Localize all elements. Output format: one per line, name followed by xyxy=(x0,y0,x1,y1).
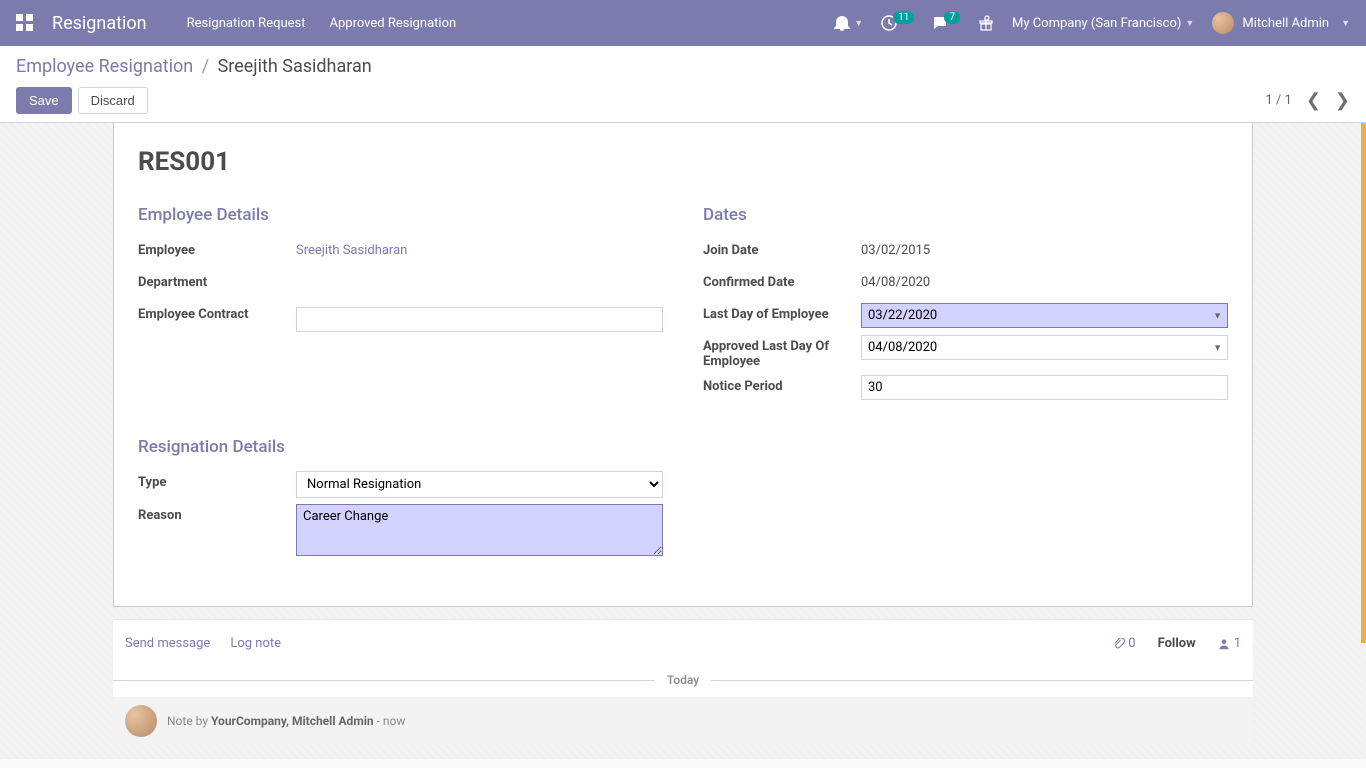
send-message-button[interactable]: Send message xyxy=(125,636,210,651)
apps-icon[interactable] xyxy=(16,14,34,32)
label-approved-last-day: Approved Last Day Of Employee xyxy=(703,335,861,369)
message-suffix: - now xyxy=(374,714,406,728)
resignation-details-section: Resignation Details Type Normal Resignat… xyxy=(138,437,683,560)
approved-last-day-input[interactable] xyxy=(861,335,1228,360)
pager: 1 / 1 ❮ ❯ xyxy=(1265,90,1350,111)
user-icon xyxy=(1218,638,1230,650)
last-day-input[interactable] xyxy=(861,303,1228,328)
label-employee: Employee xyxy=(138,239,296,258)
department-value xyxy=(296,271,663,275)
caret-down-icon: ▼ xyxy=(1185,18,1194,29)
messaging-icon[interactable]: 7 xyxy=(932,15,960,31)
label-department: Department xyxy=(138,271,296,290)
followers-count: 1 xyxy=(1234,636,1241,651)
pager-count: 1 / 1 xyxy=(1265,93,1291,108)
nav-link-approved-resignation[interactable]: Approved Resignation xyxy=(330,16,457,31)
message-avatar xyxy=(125,705,157,737)
follow-button[interactable]: Follow xyxy=(1158,636,1196,651)
discard-button[interactable]: Discard xyxy=(78,87,148,114)
label-last-day: Last Day of Employee xyxy=(703,303,861,322)
company-selector[interactable]: My Company (San Francisco) ▼ xyxy=(1012,16,1194,31)
log-note-button[interactable]: Log note xyxy=(230,636,281,651)
label-type: Type xyxy=(138,471,296,490)
employee-details-section: Employee Details Employee Sreejith Sasid… xyxy=(138,205,663,407)
label-notice-period: Notice Period xyxy=(703,375,861,394)
confirmed-date-value: 04/08/2020 xyxy=(861,271,1228,290)
join-date-value: 03/02/2015 xyxy=(861,239,1228,258)
caret-down-icon: ▼ xyxy=(854,18,863,29)
notice-period-input[interactable] xyxy=(861,375,1228,400)
gift-icon[interactable] xyxy=(978,15,994,31)
label-confirmed-date: Confirmed Date xyxy=(703,271,861,290)
attachments-button[interactable]: 0 xyxy=(1113,636,1135,651)
chat-badge: 7 xyxy=(944,11,960,24)
form-sheet: RES001 Employee Details Employee Sreejit… xyxy=(113,123,1253,607)
section-title-resignation: Resignation Details xyxy=(138,437,663,457)
employee-link[interactable]: Sreejith Sasidharan xyxy=(296,243,407,258)
message-author: YourCompany, Mitchell Admin xyxy=(211,714,374,728)
activity-badge: 11 xyxy=(893,11,914,24)
label-contract: Employee Contract xyxy=(138,303,296,322)
record-title: RES001 xyxy=(138,147,1228,177)
edit-indicator-bar xyxy=(1361,123,1366,643)
dates-section: Dates Join Date 03/02/2015 Confirmed Dat… xyxy=(703,205,1228,407)
message-item: Note by YourCompany, Mitchell Admin - no… xyxy=(113,697,1253,745)
caret-down-icon: ▼ xyxy=(1341,18,1350,29)
company-name: My Company (San Francisco) xyxy=(1012,16,1181,31)
pager-next-icon[interactable]: ❯ xyxy=(1335,90,1350,111)
app-title: Resignation xyxy=(52,13,147,34)
section-title-dates: Dates xyxy=(703,205,1228,225)
control-panel: Employee Resignation / Sreejith Sasidhar… xyxy=(0,46,1366,123)
chatter: Send message Log note 0 Follow 1 Today xyxy=(113,619,1253,745)
type-select[interactable]: Normal Resignation xyxy=(296,471,663,498)
form-area: RES001 Employee Details Employee Sreejit… xyxy=(0,123,1366,759)
activity-icon[interactable]: 11 xyxy=(881,15,914,31)
navbar: Resignation Resignation Request Approved… xyxy=(0,0,1366,46)
reason-textarea[interactable]: Career Change xyxy=(296,504,663,556)
divider-label: Today xyxy=(655,673,711,687)
nav-link-resignation-request[interactable]: Resignation Request xyxy=(187,16,306,31)
message-prefix: Note by xyxy=(167,714,211,728)
save-button[interactable]: Save xyxy=(16,87,72,114)
breadcrumb-current: Sreejith Sasidharan xyxy=(218,56,372,77)
user-menu[interactable]: Mitchell Admin ▼ xyxy=(1212,12,1350,34)
user-name: Mitchell Admin xyxy=(1242,16,1329,31)
breadcrumb: Employee Resignation / Sreejith Sasidhar… xyxy=(16,56,1350,77)
pager-prev-icon[interactable]: ❮ xyxy=(1306,90,1321,111)
notifications-icon[interactable]: ▼ xyxy=(834,15,863,31)
label-join-date: Join Date xyxy=(703,239,861,258)
breadcrumb-parent[interactable]: Employee Resignation xyxy=(16,56,193,77)
paperclip-icon xyxy=(1113,638,1125,650)
followers-button[interactable]: 1 xyxy=(1218,636,1241,651)
date-divider: Today xyxy=(113,673,1253,687)
contract-input[interactable] xyxy=(296,307,663,332)
label-reason: Reason xyxy=(138,504,296,523)
attachments-count: 0 xyxy=(1128,636,1135,651)
avatar xyxy=(1212,12,1234,34)
section-title-employee: Employee Details xyxy=(138,205,663,225)
